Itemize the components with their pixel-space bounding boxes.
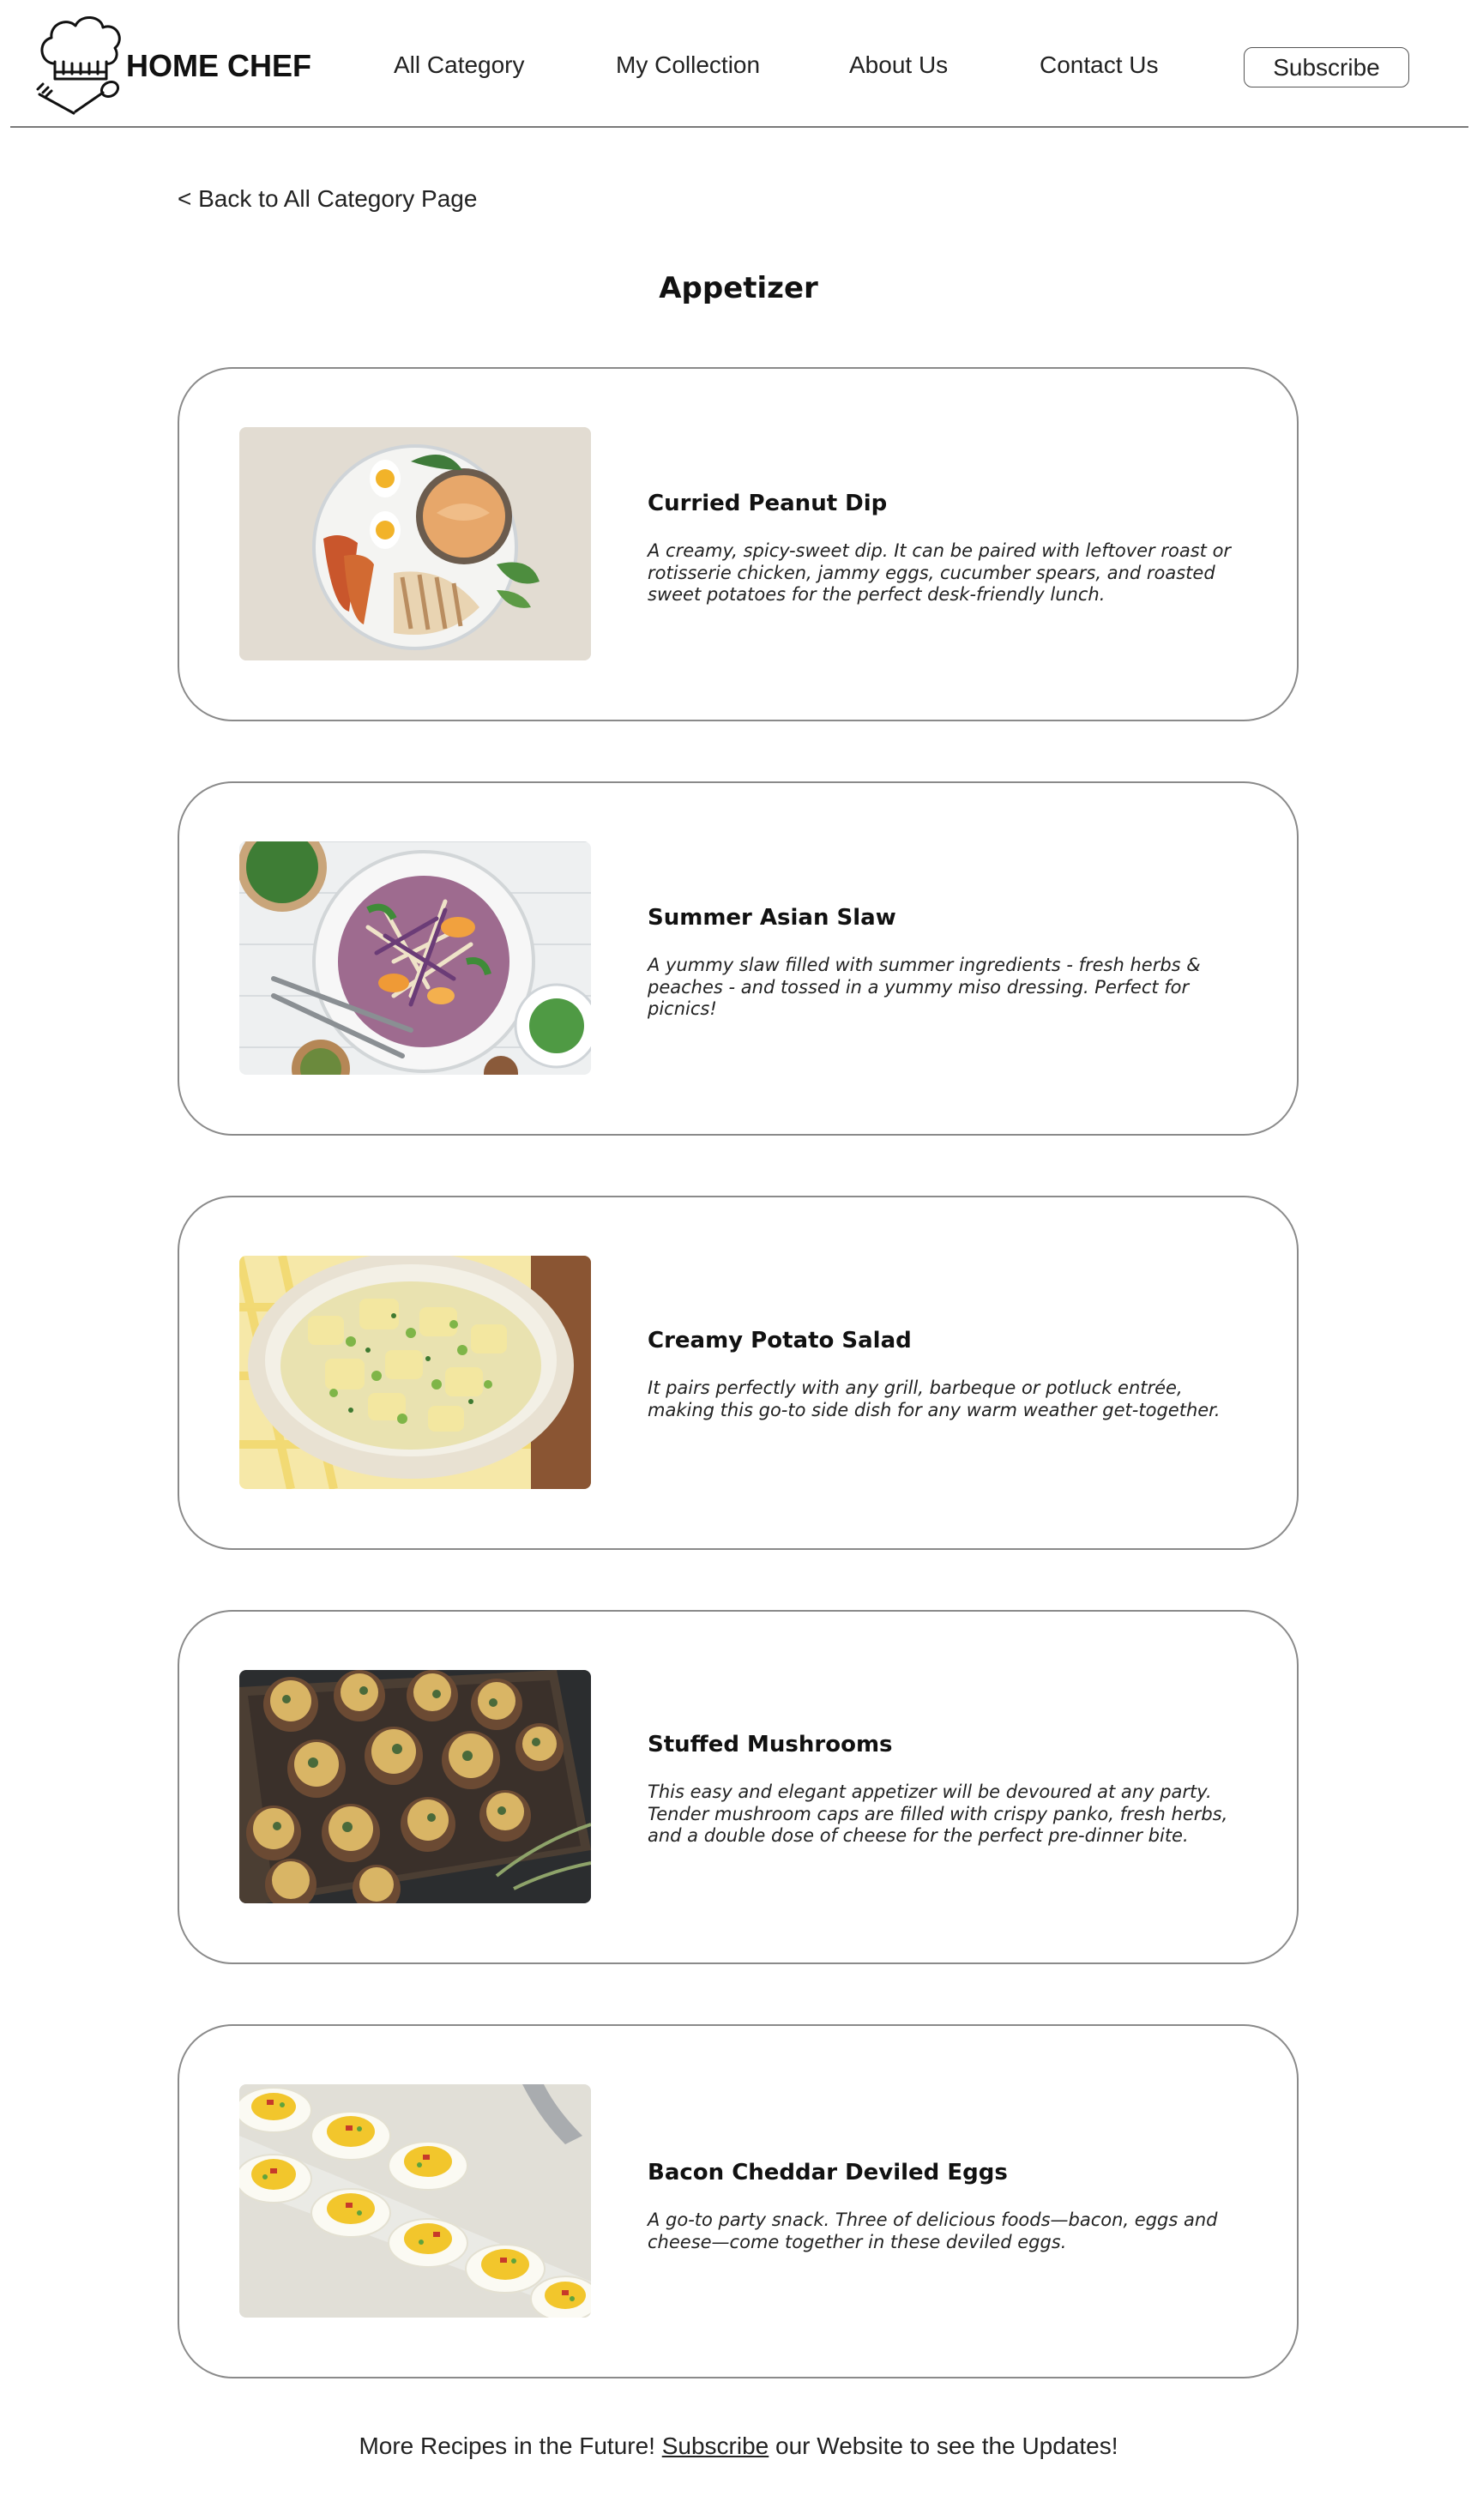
chef-hat-icon[interactable] (34, 12, 129, 118)
recipe-card[interactable]: Stuffed Mushrooms This easy and elegant … (178, 1610, 1299, 1964)
recipe-title[interactable]: Stuffed Mushrooms (648, 1732, 893, 1757)
nav-my-collection[interactable]: My Collection (616, 51, 760, 79)
nav-all-category[interactable]: All Category (394, 51, 525, 79)
back-to-category-link[interactable]: < Back to All Category Page (178, 185, 477, 213)
brand-name[interactable]: HOME CHEF (126, 48, 311, 84)
recipe-card[interactable]: Bacon Cheddar Deviled Eggs A go-to party… (178, 2024, 1299, 2378)
recipe-title[interactable]: Creamy Potato Salad (648, 1328, 912, 1353)
footer-text-after: our Website to see the Updates! (769, 2433, 1118, 2459)
recipe-title[interactable]: Bacon Cheddar Deviled Eggs (648, 2160, 1008, 2185)
creamy-potato-salad-photo[interactable] (239, 1256, 591, 1489)
recipe-description: A yummy slaw filled with summer ingredie… (648, 955, 1201, 1019)
site-header: HOME CHEF All Category My Collection Abo… (0, 0, 1477, 129)
footer-message: More Recipes in the Future! Subscribe ou… (0, 2433, 1477, 2460)
recipe-card[interactable]: Curried Peanut Dip A creamy, spicy-sweet… (178, 367, 1299, 721)
recipe-card[interactable]: Summer Asian Slaw A yummy slaw filled wi… (178, 781, 1299, 1136)
stuffed-mushrooms-photo[interactable] (239, 1670, 591, 1903)
recipe-description: A go-to party snack. Three of delicious … (648, 2210, 1218, 2252)
recipe-description: It pairs perfectly with any grill, barbe… (648, 1378, 1221, 1420)
header-divider (10, 126, 1468, 128)
subscribe-button[interactable]: Subscribe (1244, 47, 1409, 87)
recipe-description: A creamy, spicy-sweet dip. It can be pai… (648, 540, 1232, 605)
recipe-title[interactable]: Summer Asian Slaw (648, 905, 896, 931)
summer-asian-slaw-photo[interactable] (239, 841, 591, 1075)
nav-contact-us[interactable]: Contact Us (1040, 51, 1159, 79)
recipe-title[interactable]: Curried Peanut Dip (648, 491, 887, 516)
bacon-cheddar-deviled-eggs-photo[interactable] (239, 2084, 591, 2318)
page-title: Appetizer (659, 271, 818, 305)
footer-subscribe-link[interactable]: Subscribe (662, 2433, 769, 2459)
nav-about-us[interactable]: About Us (849, 51, 948, 79)
footer-text-before: More Recipes in the Future! (359, 2433, 662, 2459)
recipe-card[interactable]: Creamy Potato Salad It pairs perfectly w… (178, 1196, 1299, 1550)
recipe-description: This easy and elegant appetizer will be … (648, 1781, 1228, 1846)
curried-peanut-dip-photo[interactable] (239, 427, 591, 660)
